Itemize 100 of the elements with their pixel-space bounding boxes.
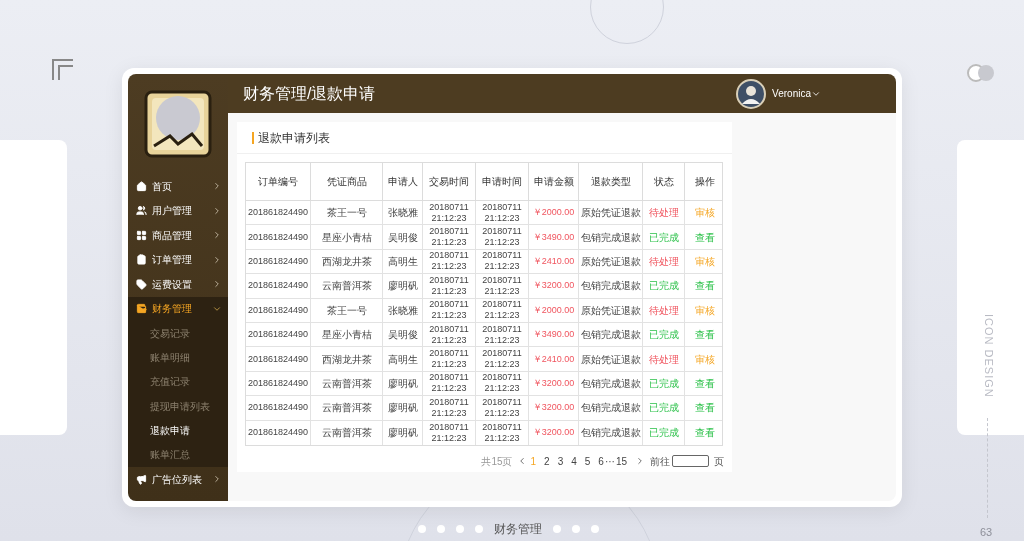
page-unit-label: 页 xyxy=(714,454,724,469)
submenu-item[interactable]: 账单汇总 xyxy=(128,442,228,467)
tag-icon xyxy=(136,278,147,290)
submenu-item[interactable]: 退款申请 xyxy=(128,418,228,443)
sidebar-item[interactable]: 订单管理 xyxy=(128,247,228,272)
column-header: 交易时间 xyxy=(423,163,476,200)
chevron-right-icon xyxy=(212,205,222,216)
table-cell: 201861824490 xyxy=(246,201,311,225)
grid-icon xyxy=(136,229,147,241)
next-page-icon[interactable] xyxy=(635,456,645,467)
table-cell: 廖明矾 xyxy=(383,274,423,298)
column-header: 退款类型 xyxy=(579,163,643,200)
table-cell: 星座小青桔 xyxy=(311,322,383,347)
page-number: 63 xyxy=(980,525,993,540)
table-cell: 廖明矾 xyxy=(383,371,423,396)
chevron-right-icon xyxy=(212,230,222,241)
page-link[interactable]: ··· xyxy=(604,453,615,469)
table-cell: 20180711 21:12:23 xyxy=(476,298,529,322)
table-cell: 20180711 21:12:23 xyxy=(423,201,476,225)
column-header: 订单编号 xyxy=(246,163,311,200)
table-cell: 张晓雅 xyxy=(383,298,423,322)
table-cell: 201861824490 xyxy=(246,396,311,420)
page-link[interactable]: 4 xyxy=(571,453,577,469)
table-cell: 云南普洱茶 xyxy=(311,396,383,420)
status-text: 待处理 xyxy=(643,249,685,274)
table-cell: ￥2410.00 xyxy=(529,347,579,371)
table-cell: 原始凭证退款 xyxy=(579,249,643,274)
table-cell: 20180711 21:12:23 xyxy=(476,396,529,420)
table-cell: 包销完成退款 xyxy=(579,371,643,396)
table-cell: ￥2000.00 xyxy=(529,201,579,225)
sidebar-item[interactable]: 用户管理 xyxy=(128,198,228,223)
page-link[interactable]: 6 xyxy=(598,453,604,469)
card-title: 退款申请列表 xyxy=(258,129,330,147)
sidebar-item[interactable]: 商品管理 xyxy=(128,223,228,248)
status-text: 待处理 xyxy=(643,298,685,322)
table-cell: 西湖龙井茶 xyxy=(311,249,383,274)
table-cell: 20180711 21:12:23 xyxy=(476,322,529,347)
page-input[interactable] xyxy=(672,455,709,468)
sidebar-item[interactable]: 运费设置 xyxy=(128,272,228,297)
table-cell: ￥3200.00 xyxy=(529,274,579,298)
table-cell: 20180711 21:12:23 xyxy=(423,322,476,347)
table-cell: 201861824490 xyxy=(246,274,311,298)
chevron-right-icon xyxy=(212,279,222,290)
table-cell: 201861824490 xyxy=(246,225,311,249)
avatar[interactable] xyxy=(736,78,767,109)
table-cell: 20180711 21:12:23 xyxy=(423,274,476,298)
page-link[interactable]: 2 xyxy=(544,453,550,469)
table-cell: 吴明俊 xyxy=(383,225,423,249)
table-cell: ￥2000.00 xyxy=(529,298,579,322)
table-cell: 201861824490 xyxy=(246,298,311,322)
table-cell: ￥3200.00 xyxy=(529,420,579,445)
status-text: 待处理 xyxy=(643,347,685,371)
table-cell: 张晓雅 xyxy=(383,201,423,225)
submenu-item[interactable]: 提现申请列表 xyxy=(128,393,228,419)
table-cell: 廖明矾 xyxy=(383,420,423,445)
status-text: 已完成 xyxy=(643,396,685,420)
sidebar-item[interactable]: 首页 xyxy=(128,174,228,199)
toggle-circles-icon xyxy=(966,64,996,82)
status-text: 已完成 xyxy=(643,274,685,298)
page-link[interactable]: 15 xyxy=(615,453,627,469)
page-total: 共15页 xyxy=(481,454,513,469)
table-cell: 201861824490 xyxy=(246,322,311,347)
table-cell: ￥3200.00 xyxy=(529,371,579,396)
page-title: 财务管理/退款申请 xyxy=(243,83,377,104)
table-cell: 20180711 21:12:23 xyxy=(423,371,476,396)
wallet-icon xyxy=(136,303,147,315)
submenu-item[interactable]: 充值记录 xyxy=(128,369,228,394)
table-cell: ￥3490.00 xyxy=(529,225,579,249)
column-header: 状态 xyxy=(643,163,685,200)
sidebar-item[interactable]: 广告位列表 xyxy=(128,466,228,492)
submenu-item[interactable]: 账单明细 xyxy=(128,345,228,370)
home-icon xyxy=(136,180,147,192)
side-label: ICON DESIGN xyxy=(981,314,996,398)
table-cell: 20180711 21:12:23 xyxy=(423,396,476,420)
column-header: 申请人 xyxy=(383,163,423,200)
table-cell: 包销完成退款 xyxy=(579,322,643,347)
table-cell: 包销完成退款 xyxy=(579,225,643,249)
submenu-item[interactable]: 交易记录 xyxy=(128,321,228,346)
column-header: 申请金额 xyxy=(529,163,579,200)
page-link[interactable]: 3 xyxy=(557,453,564,469)
table-cell: 高明生 xyxy=(383,249,423,274)
clipboard-icon xyxy=(136,254,147,266)
status-text: 已完成 xyxy=(643,420,685,445)
page-link[interactable]: 5 xyxy=(584,453,591,469)
sidebar-item[interactable]: 财务管理 xyxy=(128,296,228,321)
table-cell: 原始凭证退款 xyxy=(579,347,643,371)
logo xyxy=(142,88,214,160)
table-cell: 20180711 21:12:23 xyxy=(423,298,476,322)
table-cell: 廖明矾 xyxy=(383,396,423,420)
user-menu[interactable]: Veronica xyxy=(772,86,821,101)
table-cell: ￥3200.00 xyxy=(529,396,579,420)
table-cell: 茶王一号 xyxy=(311,201,383,225)
status-text: 已完成 xyxy=(643,322,685,347)
column-header: 操作 xyxy=(693,175,716,189)
table-cell: 201861824490 xyxy=(246,249,311,274)
goto-label: 前往 xyxy=(650,454,670,469)
table-cell: 20180711 21:12:23 xyxy=(476,249,529,274)
table-cell: 西湖龙井茶 xyxy=(311,347,383,371)
status-text: 已完成 xyxy=(643,225,685,249)
table-cell: 201861824490 xyxy=(246,347,311,371)
